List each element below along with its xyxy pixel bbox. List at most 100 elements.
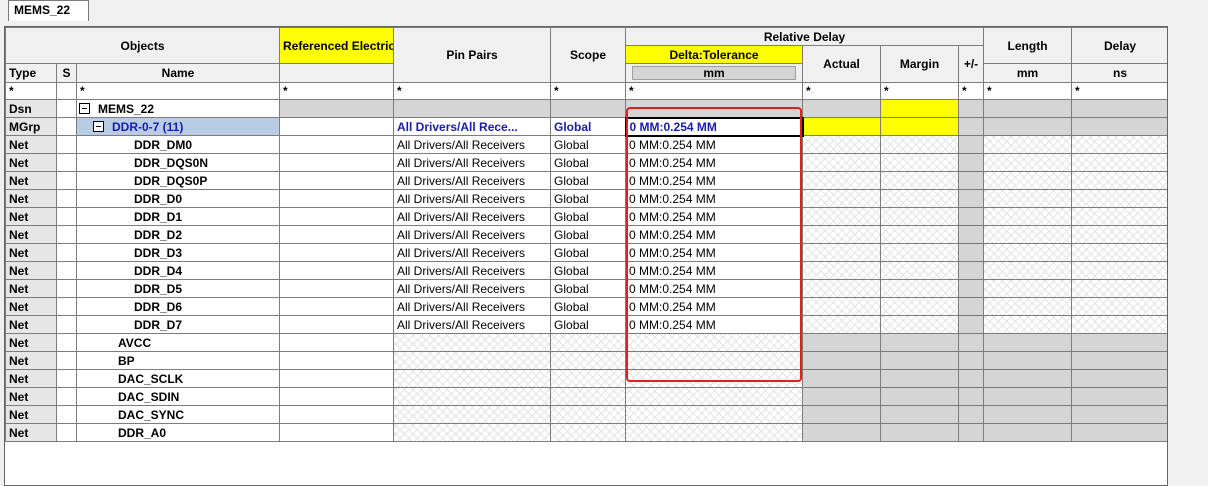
row-delta-tolerance[interactable]: 0 MM:0.254 MM [625,207,804,226]
table-row[interactable]: Net DAC_SDIN [5,387,1167,406]
row-scope[interactable]: Global [550,279,627,298]
table-row[interactable]: Net DDR_DQS0N All Drivers/All Receivers Glo… [5,153,1167,172]
row-name[interactable]: DDR_DQS0N [75,153,281,172]
row-pin-pairs[interactable] [393,387,552,406]
row-name[interactable]: DAC_SDIN [75,387,281,406]
row-name[interactable]: DDR_D2 [75,225,281,244]
row-scope[interactable] [550,99,627,118]
sheet-tab-mems[interactable]: MEMS_22 [8,0,89,21]
row-delta-tolerance[interactable] [625,351,804,370]
row-delta-tolerance[interactable] [625,423,804,442]
filter-referenced[interactable]: * [279,82,395,100]
row-referenced[interactable] [279,297,395,316]
row-referenced[interactable] [279,315,395,334]
scope-header[interactable]: Scope [550,27,627,83]
referenced-cset-header[interactable]: Referenced Electrical CSet [279,27,395,64]
filter-s[interactable] [56,82,77,100]
filter-scope[interactable]: * [550,82,627,100]
row-delta-tolerance[interactable]: 0 MM:0.254 MM [625,153,804,172]
row-scope[interactable]: Global [550,261,627,280]
row-referenced[interactable] [279,333,395,352]
row-pin-pairs[interactable] [393,333,552,352]
row-pin-pairs[interactable] [393,405,552,424]
row-referenced[interactable] [279,351,395,370]
filter-plusminus[interactable]: * [958,82,985,100]
row-pin-pairs[interactable]: All Drivers/All Receivers [393,261,552,280]
row-delta-tolerance[interactable] [625,333,804,352]
row-scope[interactable]: Global [550,243,627,262]
row-delta-tolerance[interactable]: 0 MM:0.254 MM [625,261,804,280]
table-row[interactable]: Net DDR_DM0 All Drivers/All Receivers Globa… [5,135,1167,154]
row-scope[interactable]: Global [550,189,627,208]
row-scope[interactable]: Global [550,117,627,136]
row-scope[interactable] [550,423,627,442]
row-pin-pairs[interactable]: All Drivers/All Receivers [393,243,552,262]
table-row[interactable]: Net DAC_SCLK [5,369,1167,388]
row-delta-tolerance[interactable]: 0 MM:0.254 MM [625,279,804,298]
table-row[interactable]: MGrp DDR-0-7 (11) All Drivers/All Rece... G… [5,116,1167,137]
row-name[interactable]: DDR_D7 [75,315,281,334]
row-delta-tolerance[interactable]: 0 MM:0.254 MM [625,171,804,190]
table-row[interactable]: Net DDR_D6 All Drivers/All Receivers Global… [5,297,1167,316]
filter-delta-tolerance[interactable]: * [625,82,804,100]
filter-delay[interactable]: * [1071,82,1167,100]
row-pin-pairs[interactable]: All Drivers/All Receivers [393,225,552,244]
row-name[interactable]: DDR_A0 [75,423,281,442]
length-header[interactable]: Length [983,27,1073,64]
row-pin-pairs[interactable] [393,351,552,370]
row-scope[interactable] [550,351,627,370]
filter-length[interactable]: * [983,82,1073,100]
row-scope[interactable]: Global [550,207,627,226]
row-referenced[interactable] [279,207,395,226]
row-name[interactable]: DDR_DQS0P [75,171,281,190]
row-referenced[interactable] [279,243,395,262]
table-row[interactable]: Net DDR_D4 All Drivers/All Receivers Global… [5,261,1167,280]
row-scope[interactable] [550,387,627,406]
row-name[interactable]: DDR_DM0 [75,135,281,154]
row-delta-tolerance[interactable] [625,369,804,388]
row-name[interactable]: DDR_D5 [75,279,281,298]
row-name[interactable]: DAC_SYNC [75,405,281,424]
pin-pairs-header[interactable]: Pin Pairs [393,27,552,83]
table-row[interactable]: Net DDR_D5 All Drivers/All Receivers Global… [5,279,1167,298]
margin-header[interactable]: Margin [880,45,960,83]
row-name[interactable]: MEMS_22 [75,99,281,118]
row-delta-tolerance[interactable]: 0 MM:0.254 MM [625,225,804,244]
table-row[interactable]: Net DDR_D3 All Drivers/All Receivers Global… [5,243,1167,262]
row-referenced[interactable] [279,171,395,190]
row-pin-pairs[interactable] [393,423,552,442]
row-delta-tolerance[interactable]: 0 MM:0.254 MM [624,116,804,137]
row-scope[interactable] [550,333,627,352]
row-name[interactable]: DDR_D1 [75,207,281,226]
filter-margin[interactable]: * [880,82,960,100]
row-referenced[interactable] [279,279,395,298]
row-pin-pairs[interactable]: All Drivers/All Receivers [393,297,552,316]
row-pin-pairs[interactable] [393,369,552,388]
row-pin-pairs[interactable]: All Drivers/All Rece... [393,117,552,136]
row-delta-tolerance[interactable] [625,99,804,118]
delta-tolerance-header[interactable]: Delta:Tolerance [625,45,804,64]
row-name[interactable]: DDR_D0 [75,189,281,208]
row-referenced[interactable] [279,117,395,136]
row-scope[interactable]: Global [550,171,627,190]
row-pin-pairs[interactable]: All Drivers/All Receivers [393,135,552,154]
row-delta-tolerance[interactable]: 0 MM:0.254 MM [625,243,804,262]
row-referenced[interactable] [279,99,395,118]
row-delta-tolerance[interactable] [625,387,804,406]
row-delta-tolerance[interactable] [625,405,804,424]
row-referenced[interactable] [279,387,395,406]
table-row[interactable]: Net AVCC [5,333,1167,352]
collapse-tree-icon[interactable] [79,102,90,114]
row-scope[interactable]: Global [550,225,627,244]
row-name[interactable]: DAC_SCLK [75,369,281,388]
row-scope[interactable] [550,369,627,388]
s-header[interactable]: S [56,63,77,83]
row-referenced[interactable] [279,423,395,442]
row-pin-pairs[interactable] [393,99,552,118]
row-referenced[interactable] [279,369,395,388]
row-name[interactable]: BP [75,351,281,370]
row-scope[interactable] [550,405,627,424]
table-row[interactable]: Net DDR_D7 All Drivers/All Receivers Global… [5,315,1167,334]
collapse-tree-icon[interactable] [93,120,104,132]
row-name[interactable]: AVCC [75,333,281,352]
